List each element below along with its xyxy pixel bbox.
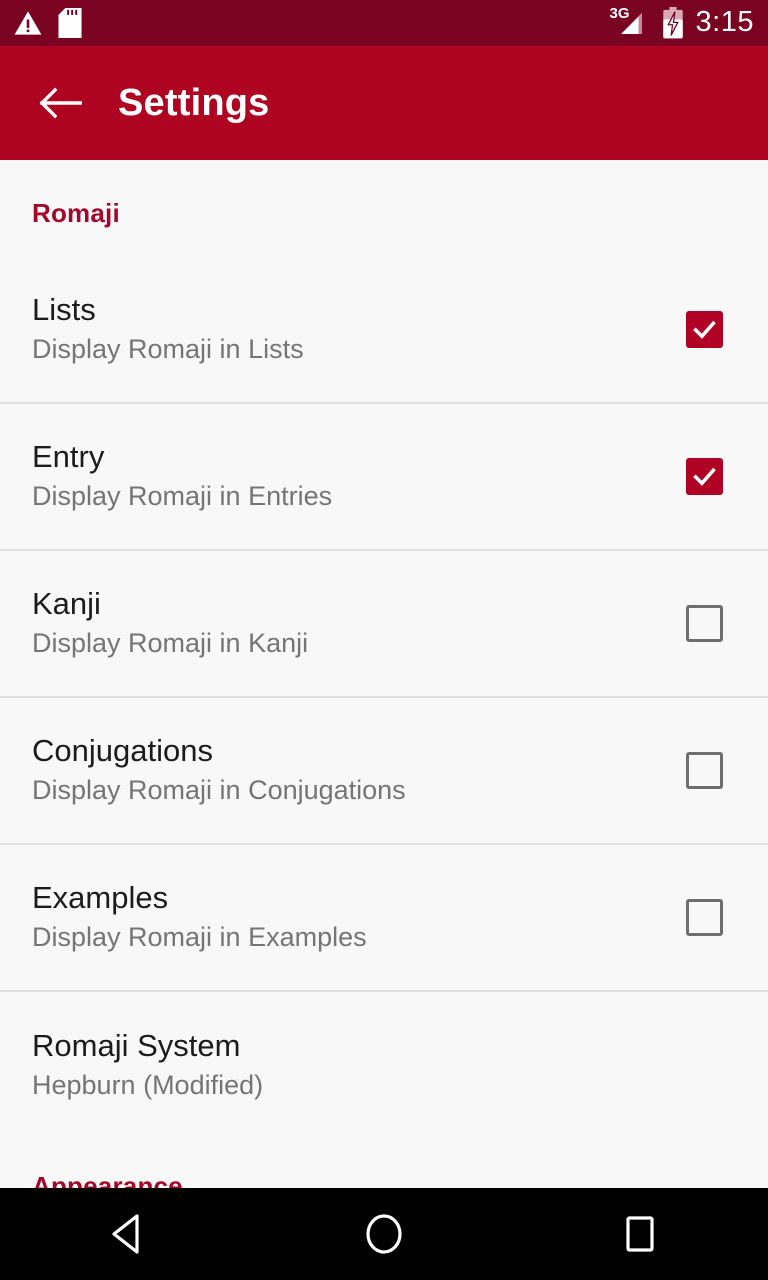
pref-summary: Display Romaji in Conjugations [32, 775, 406, 806]
checkbox-entry[interactable] [686, 458, 723, 495]
battery-charging-icon [662, 7, 684, 39]
pref-text-lists: Lists Display Romaji in Lists [32, 292, 304, 367]
nav-recents-button[interactable] [585, 1188, 695, 1280]
pref-title: Conjugations [32, 732, 213, 768]
pref-text-examples: Examples Display Romaji in Examples [32, 880, 367, 955]
app-bar: Settings [0, 46, 768, 160]
status-bar-clock: 3:15 [695, 5, 754, 38]
warning-icon [14, 10, 42, 36]
status-bar-left-icons [14, 8, 82, 38]
check-icon [693, 467, 716, 486]
page-title: Settings [118, 81, 270, 124]
recents-square-icon [626, 1216, 654, 1252]
pref-row-conjugations[interactable]: Conjugations Display Romaji in Conjugati… [0, 698, 768, 845]
section-header-romaji: Romaji [32, 198, 120, 228]
status-bar: 3G 3:15 [0, 0, 768, 46]
pref-row-kanji[interactable]: Kanji Display Romaji in Kanji [0, 551, 768, 698]
status-bar-right-icons: 3G 3:15 [610, 5, 754, 39]
pref-title: Entry [32, 438, 105, 474]
pref-text-entry: Entry Display Romaji in Entries [32, 439, 332, 514]
pref-summary: Hepburn (Modified) [32, 1070, 264, 1101]
pref-row-romaji-system[interactable]: Romaji System Hepburn (Modified) [0, 992, 768, 1139]
back-arrow-icon [39, 87, 82, 119]
checkbox-examples[interactable] [686, 899, 723, 936]
pref-row-entry[interactable]: Entry Display Romaji in Entries [0, 404, 768, 551]
section-header-appearance: Appearance [32, 1171, 183, 1188]
pref-title: Romaji System [32, 1027, 241, 1063]
phone-screen: 3G 3:15 Settings Romaji Lists Display Ro… [0, 0, 768, 1280]
pref-title: Kanji [32, 585, 101, 621]
signal-bars-icon: 3G [610, 6, 650, 39]
pref-text-conjugations: Conjugations Display Romaji in Conjugati… [32, 733, 406, 808]
pref-row-examples[interactable]: Examples Display Romaji in Examples [0, 845, 768, 992]
pref-summary: Display Romaji in Lists [32, 334, 304, 365]
pref-summary: Display Romaji in Entries [32, 481, 333, 512]
settings-list[interactable]: Romaji Lists Display Romaji in Lists Ent… [0, 160, 768, 1188]
home-circle-icon [366, 1214, 402, 1254]
nav-home-button[interactable] [329, 1188, 439, 1280]
sdcard-icon [58, 8, 82, 38]
android-navigation-bar [0, 1188, 768, 1280]
pref-text-romaji-system: Romaji System Hepburn (Modified) [32, 1028, 263, 1103]
nav-back-button[interactable] [73, 1188, 183, 1280]
pref-summary: Display Romaji in Kanji [32, 628, 309, 659]
pref-summary: Display Romaji in Examples [32, 922, 367, 953]
check-icon [693, 320, 716, 339]
back-triangle-icon [112, 1214, 139, 1254]
checkbox-conjugations[interactable] [686, 752, 723, 789]
pref-title: Examples [32, 879, 169, 915]
checkbox-lists[interactable] [686, 311, 723, 348]
pref-title: Lists [32, 291, 96, 327]
back-button[interactable] [24, 67, 96, 139]
pref-row-lists[interactable]: Lists Display Romaji in Lists [0, 257, 768, 404]
pref-text-kanji: Kanji Display Romaji in Kanji [32, 586, 308, 661]
checkbox-kanji[interactable] [686, 605, 723, 642]
